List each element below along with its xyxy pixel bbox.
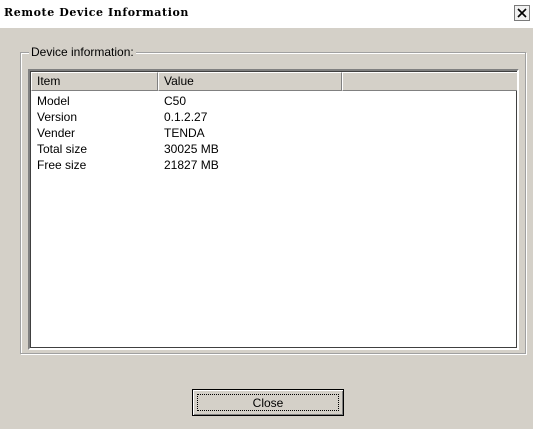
row-item: Vender	[37, 126, 76, 140]
close-button[interactable]: Close	[192, 389, 344, 416]
column-header-value[interactable]: Value	[158, 72, 342, 91]
row-item: Free size	[37, 158, 87, 172]
window-title: Remote Device Information	[4, 6, 190, 19]
row-value: 21827 MB	[164, 158, 219, 172]
row-item: Model	[37, 94, 70, 108]
row-item: Total size	[37, 142, 88, 156]
list-rows: Model C50 Version 0.1.2.27 Vender TENDA …	[31, 93, 517, 173]
row-value: 30025 MB	[164, 142, 219, 156]
list-header: Item Value	[31, 72, 517, 91]
remote-device-dialog: Remote Device Information Device informa…	[0, 0, 533, 429]
row-value: C50	[164, 94, 187, 108]
row-item: Version	[37, 110, 78, 124]
title-bar: Remote Device Information	[0, 0, 533, 28]
column-header-empty[interactable]	[342, 72, 517, 91]
list-row[interactable]: Vender TENDA	[31, 125, 517, 141]
close-x-glyph	[517, 8, 527, 18]
list-row[interactable]: Model C50	[31, 93, 517, 109]
device-info-list[interactable]: Item Value Model C50 Version 0.1.2.27 Ve…	[28, 69, 519, 350]
row-value: 0.1.2.27	[164, 110, 208, 124]
list-row[interactable]: Total size 30025 MB	[31, 141, 517, 157]
list-row[interactable]: Version 0.1.2.27	[31, 109, 517, 125]
list-row[interactable]: Free size 21827 MB	[31, 157, 517, 173]
close-icon[interactable]	[514, 5, 530, 21]
close-button-label: Close	[197, 394, 339, 411]
group-label: Device information:	[29, 45, 136, 59]
column-header-item[interactable]: Item	[31, 72, 158, 91]
row-value: TENDA	[164, 126, 205, 140]
